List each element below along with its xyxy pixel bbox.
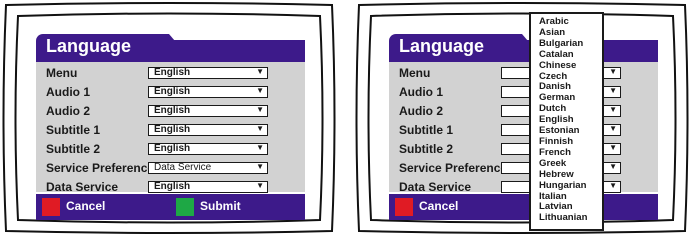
select-value: English — [154, 124, 191, 135]
setting-row-menu: Menu English ▼ — [36, 64, 305, 83]
language-settings-screen: Language Menu English ▼ Audio 1 English … — [36, 34, 305, 224]
red-key-icon — [42, 198, 60, 216]
triangle-down-icon: ▼ — [609, 86, 617, 95]
setting-row-service-preference: Service Preference ▼ — [389, 159, 658, 178]
red-key-icon — [395, 198, 413, 216]
setting-row-service-preference: Service Preference Data Service ▼ — [36, 159, 305, 178]
select-value: English — [154, 105, 191, 116]
triangle-down-icon: ▼ — [256, 143, 264, 152]
select-value: English — [154, 181, 191, 192]
page-title: Language — [46, 36, 132, 56]
menu-label: Menu — [399, 66, 431, 80]
dropdown-option[interactable]: Chinese — [531, 60, 602, 72]
triangle-down-icon: ▼ — [609, 67, 617, 76]
select-value: English — [154, 67, 191, 78]
title-bar: Language — [36, 34, 305, 62]
triangle-down-icon: ▼ — [256, 124, 264, 133]
triangle-down-icon: ▼ — [609, 124, 617, 133]
audio-2-label: Audio 2 — [399, 104, 443, 118]
tv-frame-right: Language Menu ▼ Audio 1 ▼ Audio 2 ▼ Subt… — [353, 0, 691, 236]
subtitle-2-label: Subtitle 2 — [399, 142, 454, 156]
dropdown-option[interactable]: Lithuanian — [531, 212, 602, 224]
menu-language-select[interactable]: English ▼ — [148, 67, 268, 79]
service-preference-select[interactable]: Data Service ▼ — [148, 162, 268, 174]
tv-frame-left: Language Menu English ▼ Audio 1 English … — [0, 0, 338, 236]
footer-bar: Cancel Submit — [36, 194, 305, 220]
subtitle-1-label: Subtitle 1 — [399, 123, 454, 137]
setting-row-subtitle-1: Subtitle 1 ▼ — [389, 121, 658, 140]
language-settings-screen-open: Language Menu ▼ Audio 1 ▼ Audio 2 ▼ Subt… — [389, 34, 658, 224]
setting-row-audio-1: Audio 1 ▼ — [389, 83, 658, 102]
green-key-icon — [176, 198, 194, 216]
language-dropdown-list[interactable]: Arabic Asian Bulgarian Catalan Chinese C… — [529, 12, 604, 231]
audio-2-language-select[interactable]: English ▼ — [148, 105, 268, 117]
triangle-down-icon: ▼ — [256, 67, 264, 76]
page-title: Language — [399, 36, 485, 56]
dropdown-option[interactable]: Catalan — [531, 49, 602, 61]
triangle-down-icon: ▼ — [609, 181, 617, 190]
dropdown-option[interactable]: Arabic — [531, 14, 602, 28]
data-service-label: Data Service — [399, 180, 472, 194]
setting-row-audio-2: Audio 2 English ▼ — [36, 102, 305, 121]
dropdown-option[interactable]: Hebrew — [531, 169, 602, 181]
audio-1-label: Audio 1 — [46, 85, 90, 99]
setting-row-subtitle-2: Subtitle 2 English ▼ — [36, 140, 305, 159]
triangle-down-icon: ▼ — [609, 105, 617, 114]
cancel-label: Cancel — [66, 199, 106, 213]
triangle-down-icon: ▼ — [256, 86, 264, 95]
setting-row-subtitle-1: Subtitle 1 English ▼ — [36, 121, 305, 140]
submit-label: Submit — [200, 199, 241, 213]
subtitle-1-language-select[interactable]: English ▼ — [148, 124, 268, 136]
dropdown-option[interactable]: Hungarian — [531, 180, 602, 192]
triangle-down-icon: ▼ — [609, 162, 617, 171]
triangle-down-icon: ▼ — [256, 162, 264, 171]
setting-row-subtitle-2: Subtitle 2 ▼ — [389, 140, 658, 159]
triangle-down-icon: ▼ — [609, 143, 617, 152]
select-value: English — [154, 86, 191, 97]
settings-panel: Menu ▼ Audio 1 ▼ Audio 2 ▼ Subtitle 1 ▼ … — [389, 62, 658, 194]
audio-1-label: Audio 1 — [399, 85, 443, 99]
title-bar: Language — [389, 34, 658, 62]
menu-label: Menu — [46, 66, 78, 80]
audio-1-language-select[interactable]: English ▼ — [148, 86, 268, 98]
data-service-label: Data Service — [46, 180, 119, 194]
settings-panel: Menu English ▼ Audio 1 English ▼ Audio 2… — [36, 62, 305, 194]
setting-row-menu: Menu ▼ — [389, 64, 658, 83]
submit-button[interactable]: Submit — [176, 198, 266, 216]
service-preference-label: Service Preference — [46, 161, 155, 175]
audio-2-label: Audio 2 — [46, 104, 90, 118]
cancel-button[interactable]: Cancel — [42, 198, 132, 216]
triangle-down-icon: ▼ — [256, 105, 264, 114]
select-value: English — [154, 143, 191, 154]
setting-row-audio-1: Audio 1 English ▼ — [36, 83, 305, 102]
subtitle-1-label: Subtitle 1 — [46, 123, 101, 137]
service-preference-label: Service Preference — [399, 161, 508, 175]
footer-bar: Cancel — [389, 194, 658, 220]
triangle-down-icon: ▼ — [256, 181, 264, 190]
data-service-language-select[interactable]: English ▼ — [148, 181, 268, 193]
subtitle-2-language-select[interactable]: English ▼ — [148, 143, 268, 155]
subtitle-2-label: Subtitle 2 — [46, 142, 101, 156]
cancel-button[interactable]: Cancel — [395, 198, 485, 216]
select-value: Data Service — [154, 162, 212, 173]
cancel-label: Cancel — [419, 199, 459, 213]
setting-row-audio-2: Audio 2 ▼ — [389, 102, 658, 121]
